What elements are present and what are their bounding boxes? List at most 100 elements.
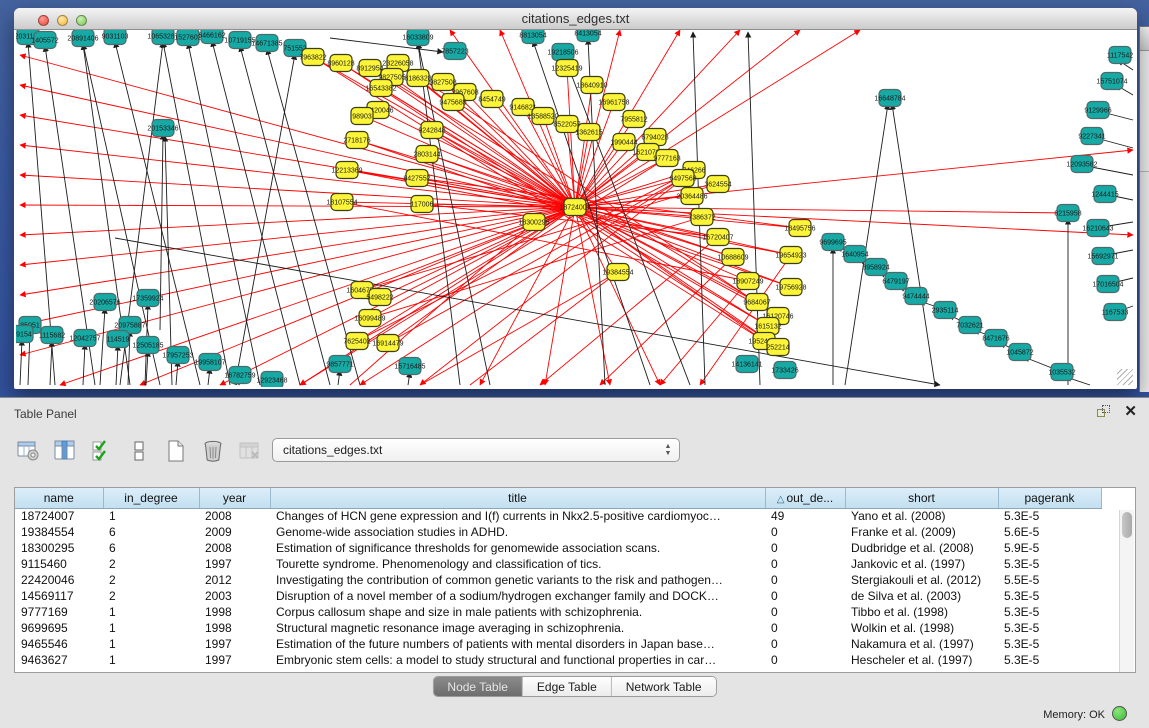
network-node[interactable]: 20364486 bbox=[676, 188, 707, 205]
network-node[interactable]: 16210643 bbox=[1082, 220, 1113, 237]
network-node[interactable]: 114519 bbox=[107, 331, 130, 348]
network-node[interactable]: 9242848 bbox=[418, 122, 445, 139]
delete-table-icon[interactable] bbox=[236, 437, 264, 465]
table-mode-settings-icon[interactable] bbox=[14, 437, 42, 465]
network-node[interactable]: 19218506 bbox=[547, 44, 578, 61]
network-node[interactable]: 8813054 bbox=[519, 30, 546, 44]
window-resize-grip[interactable] bbox=[1117, 369, 1133, 385]
network-node[interactable]: 9475685 bbox=[439, 94, 466, 111]
table-row[interactable]: 911546021997Tourette syndrome. Phenomeno… bbox=[15, 556, 1101, 572]
network-node[interactable]: 9129966 bbox=[1084, 102, 1111, 119]
table-row[interactable]: 1456911722003Disruption of a novel membe… bbox=[15, 588, 1101, 604]
close-panel-icon[interactable]: ✕ bbox=[1124, 405, 1137, 418]
network-node[interactable]: 16782759 bbox=[224, 367, 255, 384]
network-node[interactable]: 1045872 bbox=[1006, 344, 1033, 361]
network-node[interactable]: 17957253 bbox=[162, 347, 193, 364]
network-node[interactable]: 1362615 bbox=[575, 124, 602, 141]
network-node[interactable]: 1167533 bbox=[1102, 304, 1129, 321]
table-selector-dropdown[interactable]: citations_edges.txt ▲▼ bbox=[272, 438, 680, 462]
network-node[interactable]: 1244415 bbox=[1091, 186, 1118, 203]
network-node[interactable]: 19756928 bbox=[775, 279, 806, 296]
network-node[interactable]: 9474444 bbox=[902, 288, 929, 305]
network-node[interactable]: 1733426 bbox=[771, 362, 798, 379]
network-node[interactable]: 7963822 bbox=[299, 49, 326, 66]
memory-status-indicator[interactable] bbox=[1112, 706, 1127, 721]
network-node[interactable]: 7955812 bbox=[620, 111, 647, 128]
network-node[interactable]: 9227341 bbox=[1078, 128, 1105, 145]
network-node[interactable]: 6497568 bbox=[669, 170, 696, 187]
tab-network-table[interactable]: Network Table bbox=[612, 677, 716, 696]
table-row[interactable]: 946554611997Estimation of the future num… bbox=[15, 636, 1101, 652]
float-panel-icon[interactable] bbox=[1097, 405, 1112, 418]
network-node[interactable]: 12325419 bbox=[551, 60, 582, 77]
network-node[interactable]: 14136141 bbox=[731, 356, 762, 373]
network-node[interactable]: 20891406 bbox=[67, 30, 98, 47]
column-header-in_degree[interactable]: in_degree bbox=[103, 488, 199, 508]
network-node[interactable]: 8960128 bbox=[327, 55, 354, 72]
network-node[interactable]: 17359924 bbox=[132, 290, 163, 307]
network-node[interactable]: 14671385 bbox=[251, 35, 282, 52]
network-node[interactable]: 5498222 bbox=[366, 289, 393, 306]
column-header-name[interactable]: name bbox=[15, 488, 103, 508]
table-vertical-scrollbar[interactable] bbox=[1119, 510, 1134, 672]
network-node[interactable]: 3624554 bbox=[704, 176, 731, 193]
table-row[interactable]: 1830029562008Estimation of significance … bbox=[15, 540, 1101, 556]
network-node[interactable]: 98903 bbox=[351, 108, 373, 125]
network-node[interactable]: 19654923 bbox=[775, 247, 806, 264]
network-node[interactable]: 12093582 bbox=[1066, 156, 1097, 173]
network-canvas[interactable]: 2031157140557220891406903110310653287152… bbox=[16, 30, 1135, 387]
network-node[interactable]: 1115682 bbox=[39, 327, 65, 344]
network-node[interactable]: 2803144 bbox=[413, 146, 440, 163]
select-all-columns-icon[interactable] bbox=[88, 437, 116, 465]
table-row[interactable]: 977716911998Corpus callosum shape and si… bbox=[15, 604, 1101, 620]
network-node[interactable]: 19958107 bbox=[194, 354, 225, 371]
network-node[interactable]: 20153346 bbox=[147, 120, 178, 137]
network-node[interactable]: 2718176 bbox=[343, 132, 370, 149]
network-node[interactable]: 9684067 bbox=[743, 294, 770, 311]
network-node[interactable]: 8186328 bbox=[404, 70, 431, 87]
network-node[interactable]: 9857771 bbox=[326, 356, 353, 373]
table-row[interactable]: 946362711997Embryonic stem cells: a mode… bbox=[15, 652, 1101, 668]
column-header-year[interactable]: year bbox=[199, 488, 270, 508]
network-node[interactable]: 8427552 bbox=[403, 170, 430, 187]
network-node[interactable]: 18495756 bbox=[784, 220, 815, 237]
network-node[interactable]: 16543382 bbox=[365, 80, 396, 97]
network-node[interactable]: 8958924 bbox=[862, 259, 889, 276]
network-node[interactable]: 7857223 bbox=[441, 43, 468, 60]
network-node[interactable]: 8454749 bbox=[478, 91, 505, 108]
network-node[interactable]: 18640910 bbox=[576, 77, 607, 94]
network-node[interactable]: 16961758 bbox=[598, 94, 629, 111]
column-header-out_de[interactable]: △out_de... bbox=[765, 488, 845, 508]
network-node[interactable]: 1990444 bbox=[610, 134, 637, 151]
table-row[interactable]: 2242004622012Investigating the contribut… bbox=[15, 572, 1101, 588]
network-node[interactable]: 2935114 bbox=[932, 302, 959, 319]
tab-node-table[interactable]: Node Table bbox=[433, 677, 523, 696]
table-row[interactable]: 1872400712008Changes of HCN gene express… bbox=[15, 508, 1101, 524]
network-node[interactable]: 16914479 bbox=[372, 335, 403, 352]
network-node[interactable]: 15716485 bbox=[394, 358, 425, 375]
network-node[interactable]: 15692971 bbox=[1087, 248, 1118, 265]
network-node[interactable]: 9777163 bbox=[653, 150, 680, 167]
network-node[interactable]: 6479197 bbox=[882, 273, 909, 290]
network-node[interactable]: 15751074 bbox=[1096, 73, 1127, 90]
network-node[interactable]: 252214 bbox=[766, 339, 789, 356]
create-new-column-icon[interactable] bbox=[162, 437, 190, 465]
network-graph[interactable]: 2031157140557220891406903110310653287152… bbox=[16, 30, 1135, 387]
network-node[interactable]: 1117542 bbox=[1107, 47, 1133, 64]
network-node[interactable]: 18724007 bbox=[559, 199, 590, 216]
network-window-titlebar[interactable]: citations_edges.txt bbox=[14, 8, 1137, 30]
network-node[interactable]: 1035532 bbox=[1048, 364, 1075, 381]
network-node[interactable]: 19384554 bbox=[602, 264, 633, 281]
network-node[interactable]: 1640954 bbox=[841, 246, 868, 263]
network-node[interactable]: 7032621 bbox=[956, 317, 983, 334]
unselect-all-columns-icon[interactable] bbox=[125, 437, 153, 465]
network-node[interactable]: 8413054 bbox=[574, 30, 601, 42]
column-header-short[interactable]: short bbox=[845, 488, 998, 508]
network-node[interactable]: 8471676 bbox=[982, 330, 1009, 347]
network-node[interactable]: 12923468 bbox=[256, 372, 287, 388]
network-node[interactable]: 18107554 bbox=[326, 194, 357, 211]
network-node[interactable]: 7386372 bbox=[688, 209, 715, 226]
network-node[interactable]: 10688609 bbox=[717, 249, 748, 266]
network-node[interactable]: 7625402 bbox=[343, 333, 370, 350]
network-node[interactable]: 20206576 bbox=[89, 294, 120, 311]
